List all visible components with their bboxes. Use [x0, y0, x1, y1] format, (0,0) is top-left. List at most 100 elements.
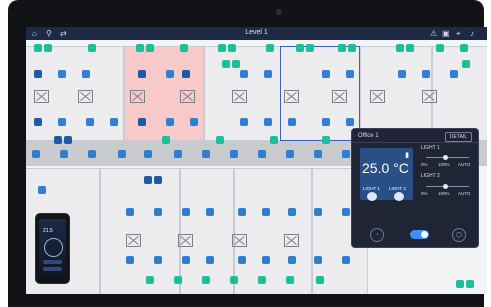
light-icon[interactable] [288, 256, 296, 264]
power-toggle[interactable] [410, 230, 429, 239]
light-fixture[interactable] [178, 234, 193, 247]
sensor-icon[interactable] [216, 136, 224, 144]
light-icon[interactable] [182, 208, 190, 216]
light-icon[interactable] [346, 118, 354, 126]
light-icon[interactable] [288, 208, 296, 216]
light-icon[interactable] [314, 150, 322, 158]
light-icon[interactable] [182, 70, 190, 78]
warning-icon[interactable]: ⚠ [430, 29, 437, 38]
temperature-card[interactable]: ▮ 25.0 °C LIGHT 1 LIGHT 2 [360, 148, 413, 201]
light-icon[interactable] [262, 256, 270, 264]
light-icon[interactable] [118, 150, 126, 158]
camera-icon[interactable]: ▣ [442, 29, 450, 38]
sensor-icon[interactable] [466, 280, 474, 288]
light-icon[interactable] [174, 150, 182, 158]
light-icon[interactable] [314, 256, 322, 264]
light-fixture[interactable] [422, 90, 437, 103]
sensor-icon[interactable] [348, 44, 356, 52]
light-icon[interactable] [202, 150, 210, 158]
light-fixture[interactable] [370, 90, 385, 103]
light-icon[interactable] [238, 208, 246, 216]
light-icon[interactable] [322, 118, 330, 126]
location-icon[interactable]: ⌖ [456, 29, 461, 39]
sensor-icon[interactable] [396, 44, 404, 52]
light-icon[interactable] [86, 118, 94, 126]
light-icon[interactable] [154, 256, 162, 264]
light-icon[interactable] [238, 256, 246, 264]
sensor-icon[interactable] [44, 44, 52, 52]
light-icon[interactable] [398, 70, 406, 78]
light-icon[interactable] [342, 256, 350, 264]
light-icon[interactable] [34, 118, 42, 126]
light-fixture[interactable] [232, 234, 247, 247]
sensor-icon[interactable] [316, 276, 324, 284]
light-icon[interactable] [182, 256, 190, 264]
light-icon[interactable] [138, 70, 146, 78]
light-2-slider[interactable] [426, 184, 469, 189]
light-1-bulb-icon[interactable] [367, 192, 377, 201]
light-fixture[interactable] [284, 234, 299, 247]
light-icon[interactable] [190, 118, 198, 126]
sensor-icon[interactable] [286, 276, 294, 284]
light-icon[interactable] [138, 118, 146, 126]
phone-control[interactable] [43, 267, 62, 271]
light-fixture[interactable] [180, 90, 195, 103]
light-icon[interactable] [314, 208, 322, 216]
phone-control[interactable] [43, 260, 62, 264]
sensor-icon[interactable] [460, 44, 468, 52]
light-icon[interactable] [60, 150, 68, 158]
room[interactable] [100, 168, 180, 294]
sensor-icon[interactable] [146, 276, 154, 284]
light-icon[interactable] [288, 118, 296, 126]
sensor-icon[interactable] [88, 44, 96, 52]
sensor-icon[interactable] [338, 44, 346, 52]
light-fixture[interactable] [232, 90, 247, 103]
light-icon[interactable] [258, 150, 266, 158]
sensor-icon[interactable] [144, 176, 152, 184]
sensor-icon[interactable] [406, 44, 414, 52]
light-fixture[interactable] [34, 90, 49, 103]
sensor-icon[interactable] [162, 136, 170, 144]
sensor-icon[interactable] [232, 60, 240, 68]
light-icon[interactable] [58, 118, 66, 126]
bell-icon[interactable]: ♪ [470, 29, 474, 38]
light-icon[interactable] [262, 208, 270, 216]
sensor-icon[interactable] [180, 44, 188, 52]
light-icon[interactable] [88, 150, 96, 158]
sensor-icon[interactable] [456, 280, 464, 288]
sensor-icon[interactable] [258, 276, 266, 284]
light-icon[interactable] [110, 118, 118, 126]
sensor-icon[interactable] [306, 44, 314, 52]
sensor-icon[interactable] [270, 136, 278, 144]
sensor-icon[interactable] [222, 60, 230, 68]
room[interactable] [234, 168, 312, 294]
scene-icon[interactable]: ◔ [370, 228, 384, 242]
light-fixture[interactable] [284, 90, 299, 103]
scale-auto[interactable]: AUTO [458, 162, 470, 167]
light-icon[interactable] [32, 150, 40, 158]
light-2-bulb-icon[interactable] [394, 192, 404, 201]
slider-knob[interactable] [443, 155, 448, 160]
room[interactable] [432, 46, 487, 141]
light-icon[interactable] [126, 256, 134, 264]
light-icon[interactable] [422, 70, 430, 78]
light-icon[interactable] [206, 256, 214, 264]
light-fixture[interactable] [130, 90, 145, 103]
light-fixture[interactable] [332, 90, 347, 103]
light-icon[interactable] [322, 70, 330, 78]
sensor-icon[interactable] [218, 44, 226, 52]
off-icon[interactable]: ◯ [452, 228, 466, 242]
sensor-icon[interactable] [436, 44, 444, 52]
sensor-icon[interactable] [146, 44, 154, 52]
light-icon[interactable] [126, 208, 134, 216]
light-icon[interactable] [342, 150, 350, 158]
sensor-icon[interactable] [54, 136, 62, 144]
sensor-icon[interactable] [462, 60, 470, 68]
light-fixture[interactable] [126, 234, 141, 247]
light-icon[interactable] [144, 150, 152, 158]
sensor-icon[interactable] [296, 44, 304, 52]
light-icon[interactable] [206, 208, 214, 216]
sensor-icon[interactable] [322, 136, 330, 144]
sensor-icon[interactable] [230, 276, 238, 284]
light-icon[interactable] [240, 118, 248, 126]
